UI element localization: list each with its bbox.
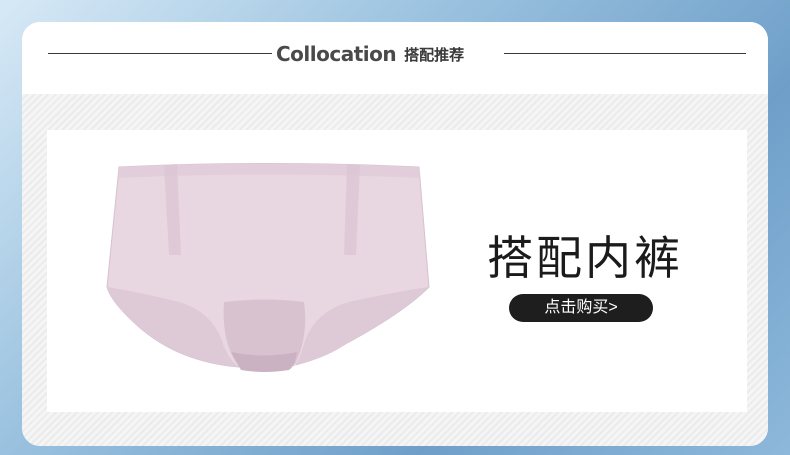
section-header: Collocation 搭配推荐 [22, 22, 768, 94]
header-divider-right [504, 53, 746, 54]
pink-briefs-image[interactable] [99, 152, 439, 382]
section-title-english: Collocation [276, 42, 397, 66]
product-title: 搭配内裤 [487, 232, 683, 284]
section-title: Collocation 搭配推荐 [276, 38, 464, 70]
section-title-chinese: 搭配推荐 [404, 46, 465, 64]
collocation-card: Collocation 搭配推荐 搭配内裤 点击购买> [22, 22, 768, 446]
product-panel: 搭配内裤 点击购买> [47, 130, 747, 412]
buy-now-button[interactable]: 点击购买> [509, 294, 653, 322]
header-divider-left [48, 53, 272, 54]
